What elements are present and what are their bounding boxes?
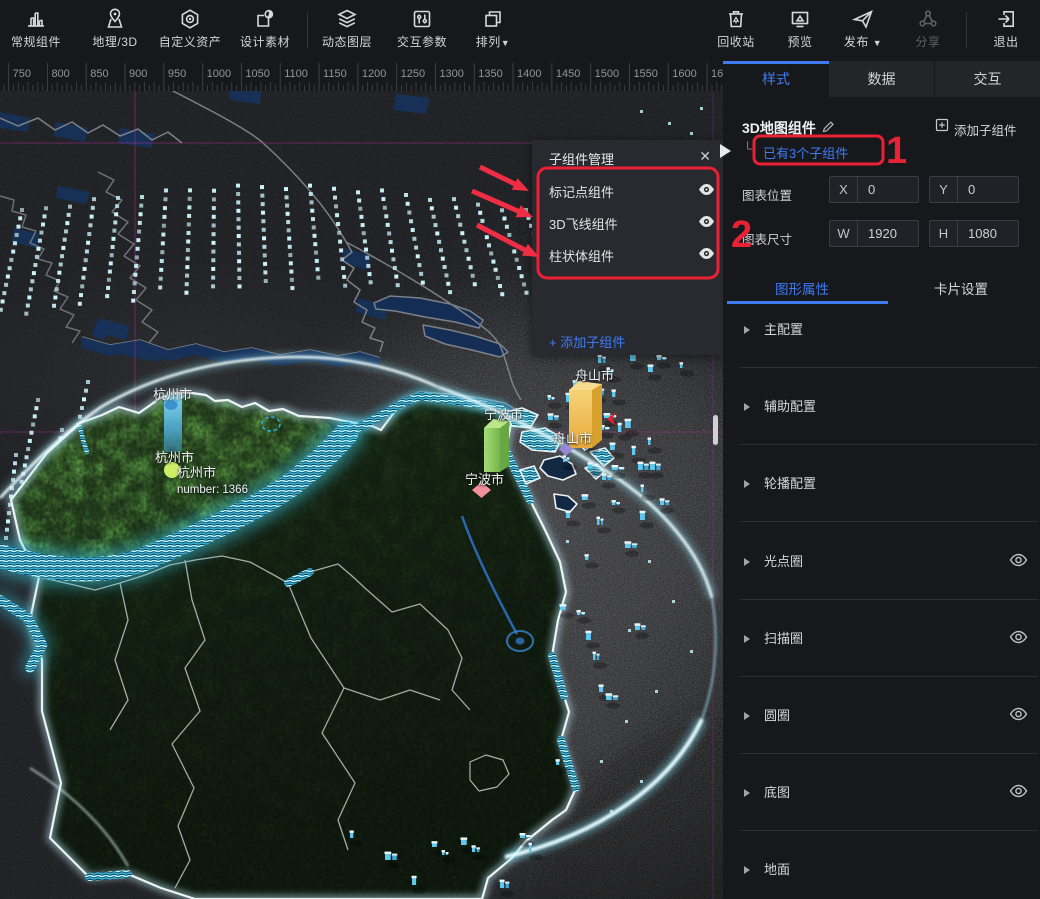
svg-text:1400: 1400 bbox=[517, 68, 541, 80]
svg-text:杭州市: 杭州市 bbox=[153, 387, 192, 402]
svg-text:number: 1366: number: 1366 bbox=[177, 484, 248, 496]
svg-text:1100: 1100 bbox=[284, 68, 308, 80]
svg-text:1300: 1300 bbox=[439, 68, 463, 80]
svg-text:舟山市: 舟山市 bbox=[575, 368, 614, 383]
svg-text:杭州市: 杭州市 bbox=[155, 450, 194, 465]
svg-text:宁波市: 宁波市 bbox=[465, 472, 504, 487]
svg-text:1050: 1050 bbox=[245, 68, 269, 80]
svg-text:1000: 1000 bbox=[207, 68, 231, 80]
svg-text:1600: 1600 bbox=[672, 68, 696, 80]
svg-text:900: 900 bbox=[129, 68, 147, 80]
svg-text:750: 750 bbox=[13, 68, 31, 80]
svg-text:1150: 1150 bbox=[323, 68, 347, 80]
svg-text:800: 800 bbox=[51, 68, 69, 80]
svg-text:1650: 1650 bbox=[711, 68, 723, 80]
svg-text:舟山市: 舟山市 bbox=[553, 431, 592, 446]
svg-text:宁波市: 宁波市 bbox=[484, 407, 523, 422]
svg-text:1500: 1500 bbox=[595, 68, 619, 80]
svg-text:1250: 1250 bbox=[401, 68, 425, 80]
svg-text:850: 850 bbox=[90, 68, 108, 80]
svg-text:950: 950 bbox=[168, 68, 186, 80]
svg-text:杭州市: 杭州市 bbox=[177, 465, 216, 480]
svg-text:1200: 1200 bbox=[362, 68, 386, 80]
svg-text:1550: 1550 bbox=[633, 68, 657, 80]
svg-text:1350: 1350 bbox=[478, 68, 502, 80]
svg-text:1450: 1450 bbox=[556, 68, 580, 80]
